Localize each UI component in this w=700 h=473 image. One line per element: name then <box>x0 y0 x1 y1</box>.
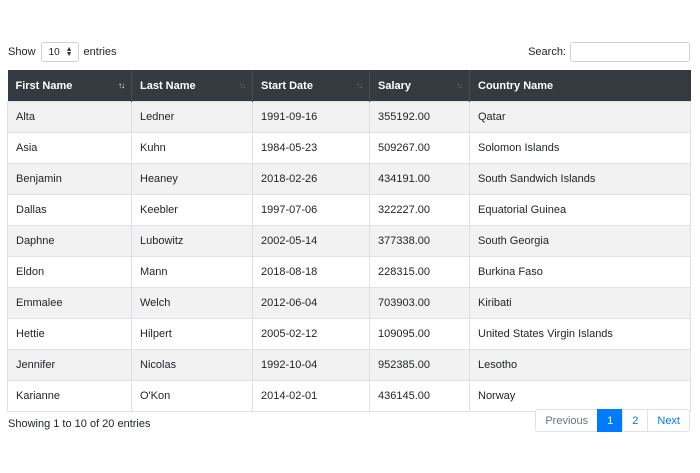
select-arrows-icon: ▲ ▼ <box>65 46 73 58</box>
table-cell: Kiribati <box>469 287 691 319</box>
table-row: Dallas Keebler 1997-07-06 322227.00 Equa… <box>7 194 691 226</box>
table-cell: 322227.00 <box>369 194 470 226</box>
show-label: Show <box>8 46 36 58</box>
sort-icon: ↑↓ <box>356 81 363 90</box>
column-header-label: First Name <box>15 79 73 92</box>
table-row: Jennifer Nicolas 1992-10-04 952385.00 Le… <box>7 349 691 381</box>
table-cell: 2012-06-04 <box>252 287 370 319</box>
table-cell: Mann <box>131 256 253 288</box>
table-cell: Hettie <box>7 318 132 350</box>
table-cell: 377338.00 <box>369 225 470 257</box>
table-info: Showing 1 to 10 of 20 entries <box>8 418 151 430</box>
table-cell: 1992-10-04 <box>252 349 370 381</box>
table-cell: Eldon <box>7 256 132 288</box>
table-cell: South Sandwich Islands <box>469 163 691 195</box>
table-controls: Show 10 ▲ ▼ entries Search: <box>8 42 690 62</box>
table-cell: Daphne <box>7 225 132 257</box>
entries-select-value: 10 <box>48 46 60 58</box>
column-header-label: Country Name <box>478 79 554 92</box>
table-row: Eldon Mann 2018-08-18 228315.00 Burkina … <box>7 256 691 288</box>
table-cell: 1984-05-23 <box>252 132 370 164</box>
sort-icon: ↑↓ <box>118 81 125 90</box>
table-row: Karianne O'Kon 2014-02-01 436145.00 Norw… <box>7 380 691 412</box>
table-cell: Keebler <box>131 194 253 226</box>
search-control: Search: <box>528 42 690 62</box>
table-cell: South Georgia <box>469 225 691 257</box>
table-cell: Equatorial Guinea <box>469 194 691 226</box>
table-cell: 1997-07-06 <box>252 194 370 226</box>
table-row: Asia Kuhn 1984-05-23 509267.00 Solomon I… <box>7 132 691 164</box>
column-header-start-date[interactable]: Start Date ↑↓ <box>252 70 370 102</box>
table-row: Daphne Lubowitz 2002-05-14 377338.00 Sou… <box>7 225 691 257</box>
table-row: Hettie Hilpert 2005-02-12 109095.00 Unit… <box>7 318 691 350</box>
table-cell: 2005-02-12 <box>252 318 370 350</box>
column-header-label: Last Name <box>140 79 196 92</box>
table-cell: Alta <box>7 101 132 133</box>
entries-label: entries <box>83 46 117 58</box>
column-header-label: Salary <box>378 79 412 92</box>
table-cell: 436145.00 <box>369 380 470 412</box>
table-cell: Lubowitz <box>131 225 253 257</box>
table-cell: United States Virgin Islands <box>469 318 691 350</box>
table-cell: Heaney <box>131 163 253 195</box>
table-cell: 703903.00 <box>369 287 470 319</box>
table-cell: Burkina Faso <box>469 256 691 288</box>
table-row: Alta Ledner 1991-09-16 355192.00 Qatar <box>7 101 691 133</box>
pagination: Previous 1 2 Next <box>535 409 690 432</box>
table-cell: 1991-09-16 <box>252 101 370 133</box>
table-cell: Ledner <box>131 101 253 133</box>
table-cell: Asia <box>7 132 132 164</box>
column-header-country-name[interactable]: Country Name <box>469 70 691 102</box>
search-label: Search: <box>528 46 566 58</box>
table-cell: Norway <box>469 380 691 412</box>
table-cell: 2002-05-14 <box>252 225 370 257</box>
table-cell: Welch <box>131 287 253 319</box>
table-cell: Dallas <box>7 194 132 226</box>
table-cell: Jennifer <box>7 349 132 381</box>
column-header-label: Start Date <box>261 79 313 92</box>
table-cell: O'Kon <box>131 380 253 412</box>
table-cell: Qatar <box>469 101 691 133</box>
table-cell: Nicolas <box>131 349 253 381</box>
data-table: First Name ↑↓ Last Name ↑↓ Start Date ↑↓… <box>7 70 691 412</box>
sort-icon: ↑↓ <box>456 81 463 90</box>
next-button[interactable]: Next <box>647 409 690 432</box>
table-cell: 2018-02-26 <box>252 163 370 195</box>
table-cell: 509267.00 <box>369 132 470 164</box>
table-cell: Emmalee <box>7 287 132 319</box>
table-cell: Benjamin <box>7 163 132 195</box>
table-cell: 355192.00 <box>369 101 470 133</box>
length-control: Show 10 ▲ ▼ entries <box>8 42 117 62</box>
column-header-last-name[interactable]: Last Name ↑↓ <box>131 70 253 102</box>
table-cell: Lesotho <box>469 349 691 381</box>
page-2-button[interactable]: 2 <box>622 409 649 432</box>
page-1-button[interactable]: 1 <box>597 409 624 432</box>
table-cell: 2018-08-18 <box>252 256 370 288</box>
table-cell: Solomon Islands <box>469 132 691 164</box>
search-input[interactable] <box>570 42 690 62</box>
table-cell: 2014-02-01 <box>252 380 370 412</box>
entries-select[interactable]: 10 ▲ ▼ <box>40 42 79 62</box>
table-row: Benjamin Heaney 2018-02-26 434191.00 Sou… <box>7 163 691 195</box>
header-row: First Name ↑↓ Last Name ↑↓ Start Date ↑↓… <box>7 70 691 102</box>
table-row: Emmalee Welch 2012-06-04 703903.00 Kirib… <box>7 287 691 319</box>
previous-button[interactable]: Previous <box>535 409 599 432</box>
table-cell: Kuhn <box>131 132 253 164</box>
column-header-salary[interactable]: Salary ↑↓ <box>369 70 470 102</box>
table-cell: 109095.00 <box>369 318 470 350</box>
table-cell: 952385.00 <box>369 349 470 381</box>
column-header-first-name[interactable]: First Name ↑↓ <box>7 70 132 102</box>
table-cell: 228315.00 <box>369 256 470 288</box>
table-cell: Hilpert <box>131 318 253 350</box>
table-cell: 434191.00 <box>369 163 470 195</box>
sort-icon: ↑↓ <box>239 81 246 90</box>
table-cell: Karianne <box>7 380 132 412</box>
